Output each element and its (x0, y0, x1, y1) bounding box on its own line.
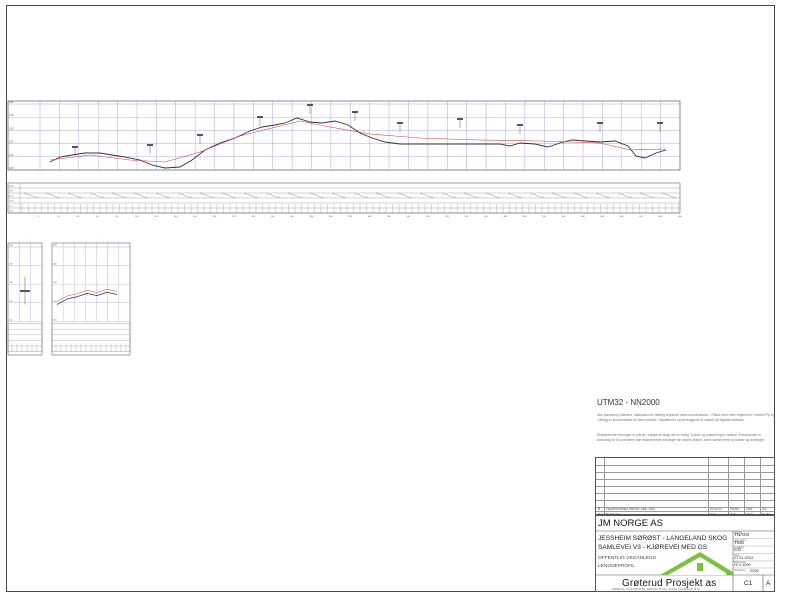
revision-table: B TEGNINGSREV. PROSJ. FRE. HUS 07.02.23 … (595, 457, 775, 516)
field-value-drawn: TN/OG (734, 533, 750, 538)
datum-label: UTM32 - NN2000 (597, 398, 660, 407)
revision-by: TN/OG (730, 507, 740, 511)
project-line-2: SAMLEVEI V3 - KJØREVEI MED GS (598, 544, 708, 551)
field-value-date: 27.01.2023 (734, 555, 754, 560)
revision-ctrl: TMS (746, 507, 753, 511)
general-note-1: Alle plassering utleders i søknaden er u… (597, 413, 775, 422)
field-value-projno: 2206 (750, 569, 759, 573)
revision-app: CG (762, 507, 767, 511)
field-value-approved: CG (734, 548, 742, 553)
project-line-1: JESSHEIM SØRØST - LANGELAND SKOG (598, 535, 728, 542)
drawing-number: C1 (744, 580, 753, 587)
field-value-scale: H=1:1000 (734, 563, 751, 567)
revision-date: 07.02.23 (710, 507, 722, 511)
drawing-subtitle-2: LENGDEPROFIL (598, 564, 636, 569)
revision-letter: B (598, 507, 601, 511)
field-label-projno: Prosjektnr. (734, 568, 747, 572)
general-note-2: Eksisterende ledninger er påvist i marka… (597, 433, 765, 442)
revision-letter-current: A (766, 580, 771, 587)
drawing-subtitle-1: OFFENTLIG VEGANLEGG (598, 556, 657, 561)
drawing-sheet: 150 140 130 120 110 100 Stign. Vert. Kurv. Tverr.… (0, 0, 800, 600)
revision-text: TEGNINGSREV. PROSJ. FRE. HUS (606, 507, 655, 511)
firm-address: ORSKOG - Tlf: 64 80 04 50 - Mob 913 48 6… (612, 588, 700, 591)
client-name: JM NORGE AS (598, 518, 663, 529)
field-value-checked: TMS (734, 540, 745, 546)
